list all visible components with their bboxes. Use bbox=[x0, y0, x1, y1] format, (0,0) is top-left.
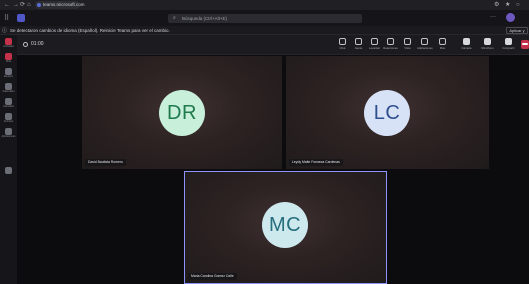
microphone-button[interactable]: Micrófono bbox=[480, 37, 495, 53]
browser-chrome: ← → ⟳ ⌂ teams.microsoft.com ⚙ ★ ○ bbox=[0, 0, 529, 10]
rail-label: Actividad bbox=[3, 45, 14, 48]
site-icon bbox=[37, 3, 41, 7]
address-bar[interactable]: teams.microsoft.com bbox=[35, 1, 85, 9]
forward-icon[interactable]: → bbox=[13, 1, 19, 9]
teams-header: ⠿ ⌕ Búsqueda (Ctrl+Alt+E) ··· bbox=[0, 10, 529, 26]
settings-icon[interactable]: ⚙ bbox=[494, 1, 499, 9]
more-options-icon[interactable]: ··· bbox=[490, 14, 496, 20]
toolbar-label: Aplicaciones bbox=[417, 46, 433, 50]
toolbar-label: Cámara bbox=[461, 46, 472, 50]
app-launcher-icon[interactable]: ⠿ bbox=[4, 14, 9, 22]
participant-initials: MC bbox=[268, 213, 302, 236]
notice-text: Se detectaron cambios de idioma (Español… bbox=[10, 28, 170, 33]
share-button[interactable]: Compartir bbox=[501, 37, 516, 53]
search-icon: ⌕ bbox=[173, 15, 176, 21]
camera-button[interactable]: Cámara bbox=[459, 37, 474, 53]
star-icon[interactable]: ★ bbox=[505, 1, 510, 9]
home-icon[interactable]: ⌂ bbox=[27, 1, 31, 9]
participant-tile-active[interactable]: MC Maria Carolina Gomez Calle bbox=[184, 171, 387, 284]
reload-icon[interactable]: ⟳ bbox=[20, 1, 25, 9]
rail-item-activity[interactable]: Actividad bbox=[2, 38, 15, 50]
ellipsis-icon bbox=[5, 167, 12, 174]
rail-item-more[interactable] bbox=[2, 167, 15, 179]
language-notice: ⓘ Se detectaron cambios de idioma (Españ… bbox=[0, 26, 529, 38]
apps-icon bbox=[421, 38, 428, 45]
apps-icon bbox=[5, 128, 12, 135]
meeting-timer: 01:00 bbox=[31, 41, 44, 47]
view-icon bbox=[404, 38, 411, 45]
app-rail: Actividad Chat Equipos Calendario Llamad… bbox=[0, 35, 17, 284]
participant-tile[interactable]: DR David Bautista Romero bbox=[82, 56, 282, 169]
rail-label: Calendario bbox=[2, 90, 15, 93]
participant-name: Maria Carolina Gomez Calle bbox=[188, 273, 237, 280]
toolbar-label: Compartir bbox=[502, 46, 515, 50]
chat-icon bbox=[5, 53, 12, 60]
people-icon bbox=[355, 38, 362, 45]
people-button[interactable]: Gente bbox=[351, 37, 366, 53]
view-button[interactable]: Vista bbox=[400, 37, 415, 53]
toolbar-label: Chat bbox=[339, 46, 346, 50]
more-button[interactable]: Más bbox=[435, 37, 450, 53]
participant-avatar: LC bbox=[364, 90, 410, 136]
reactions-button[interactable]: Reacciones bbox=[383, 37, 398, 53]
rail-label: Equipos bbox=[3, 75, 14, 78]
participant-avatar: MC bbox=[262, 202, 308, 248]
toolbar-label: Gente bbox=[354, 46, 363, 50]
toolbar-label: Reacciones bbox=[383, 46, 398, 50]
share-screen-icon bbox=[505, 38, 512, 45]
hand-icon bbox=[371, 38, 378, 45]
leave-button[interactable] bbox=[521, 40, 529, 49]
toolbar-label: Micrófono bbox=[481, 46, 494, 50]
hang-up-icon bbox=[522, 43, 528, 45]
rail-label: Archivos bbox=[3, 120, 14, 123]
participant-initials: LC bbox=[373, 101, 401, 124]
raise-hand-button[interactable]: Levantar bbox=[367, 37, 382, 53]
participant-tile[interactable]: LC Leydy Maite Fonseca Cardenas bbox=[286, 56, 489, 169]
apply-restart-button[interactable]: Aplicar y reiniciar bbox=[506, 27, 528, 38]
meeting-stage: DR David Bautista Romero LC Leydy Maite … bbox=[17, 55, 529, 284]
toolbar-label: Levantar bbox=[369, 46, 380, 50]
rail-item-teams[interactable]: Equipos bbox=[2, 68, 15, 80]
rail-item-apps[interactable]: Aplicaciones bbox=[1, 128, 16, 140]
rail-label: Chat bbox=[5, 60, 12, 63]
info-icon: ⓘ bbox=[2, 28, 8, 34]
rail-item-calendar[interactable]: Calendario bbox=[2, 83, 15, 95]
rail-item-chat[interactable]: Chat bbox=[2, 53, 15, 65]
chat-icon bbox=[339, 38, 346, 45]
search-input[interactable]: ⌕ Búsqueda (Ctrl+Alt+E) bbox=[168, 14, 362, 23]
rail-item-calls[interactable]: Llamadas bbox=[2, 98, 15, 110]
participant-avatar: DR bbox=[159, 90, 205, 136]
clock-icon bbox=[23, 42, 28, 47]
search-placeholder: Búsqueda (Ctrl+Alt+E) bbox=[182, 16, 228, 21]
calendar-icon bbox=[5, 83, 12, 90]
address-text: teams.microsoft.com bbox=[43, 2, 85, 7]
toolbar-label: Vista bbox=[404, 46, 411, 50]
toolbar-label: Más bbox=[439, 46, 446, 50]
meeting-toolbar: 01:00 Chat Gente Levantar Reacciones Vis… bbox=[17, 35, 529, 55]
bell-icon bbox=[5, 38, 12, 45]
smiley-icon bbox=[387, 38, 394, 45]
rail-label: Llamadas bbox=[3, 105, 14, 108]
participant-initials: DR bbox=[167, 101, 197, 124]
profile-icon[interactable]: ○ bbox=[516, 1, 520, 9]
participant-name: David Bautista Romero bbox=[85, 159, 126, 166]
back-icon[interactable]: ← bbox=[4, 1, 10, 9]
participant-name: Leydy Maite Fonseca Cardenas bbox=[289, 159, 343, 166]
ellipsis-icon bbox=[439, 38, 446, 45]
microphone-icon bbox=[484, 38, 491, 45]
apps-button[interactable]: Aplicaciones bbox=[417, 37, 433, 53]
rail-item-files[interactable]: Archivos bbox=[2, 113, 15, 125]
camera-icon bbox=[463, 38, 470, 45]
file-icon bbox=[5, 113, 12, 120]
teams-icon bbox=[5, 68, 12, 75]
user-avatar[interactable] bbox=[506, 13, 515, 22]
phone-icon bbox=[5, 98, 12, 105]
teams-logo-icon bbox=[17, 14, 25, 22]
chat-button[interactable]: Chat bbox=[335, 37, 350, 53]
rail-label: Aplicaciones bbox=[1, 135, 16, 138]
